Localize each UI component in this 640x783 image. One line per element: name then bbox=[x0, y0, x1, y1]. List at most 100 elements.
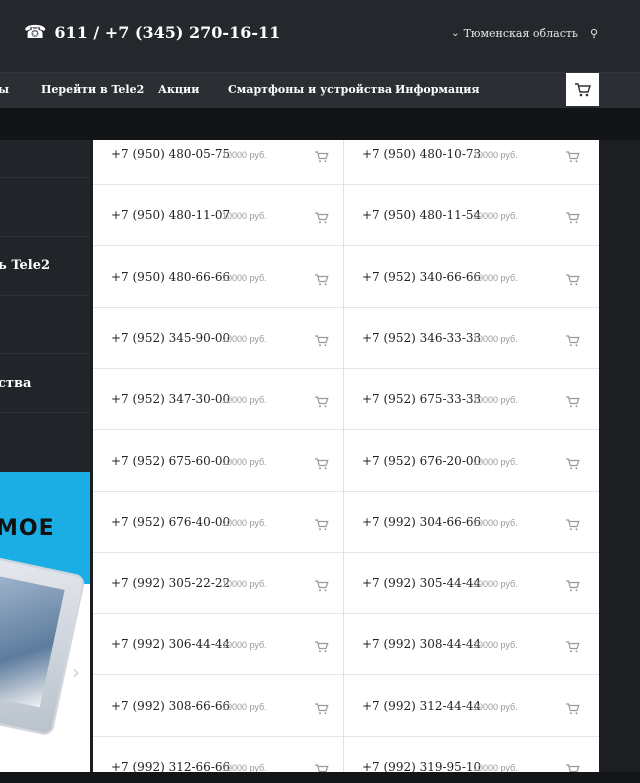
contact-phone[interactable]: ☎ 611 / +7 (345) 270-16-11 bbox=[24, 22, 280, 43]
price-label: 10000 руб. bbox=[222, 333, 267, 344]
number-item[interactable]: +7 (992) 312-66-66 10000 руб. bbox=[93, 737, 343, 773]
number-item[interactable]: +7 (952) 346-33-33 10000 руб. bbox=[344, 308, 599, 369]
add-to-cart-icon[interactable] bbox=[566, 455, 580, 469]
location-pin-icon: ⚲ bbox=[589, 27, 598, 40]
menu-divider bbox=[0, 412, 90, 413]
phone-number-value[interactable]: +7 (950) 480-10-73 bbox=[362, 147, 481, 161]
phone-number-value[interactable]: +7 (992) 304-66-66 bbox=[362, 515, 481, 529]
add-to-cart-icon[interactable] bbox=[566, 332, 580, 347]
price-label: 10000 руб. bbox=[222, 456, 267, 467]
number-item[interactable]: +7 (992) 319-95-10 10000 руб. bbox=[344, 737, 599, 773]
phone-number-value[interactable]: +7 (950) 480-66-66 bbox=[111, 270, 230, 284]
number-item[interactable]: +7 (992) 312-44-44 10000 руб. bbox=[344, 676, 599, 737]
add-to-cart-icon[interactable] bbox=[315, 332, 329, 347]
add-to-cart-icon[interactable] bbox=[566, 148, 580, 163]
number-item[interactable]: +7 (992) 308-44-44 10000 руб. bbox=[344, 614, 599, 676]
footer-band bbox=[0, 772, 640, 783]
number-item[interactable]: +7 (992) 308-66-66 10000 руб. bbox=[93, 676, 343, 737]
number-item[interactable]: +7 (950) 480-66-66 10000 руб. bbox=[93, 247, 343, 308]
nav-item-smartphones[interactable]: Смартфоны и устройства bbox=[228, 83, 392, 96]
menu-divider bbox=[0, 177, 90, 178]
smartphone-image bbox=[0, 555, 86, 737]
add-to-cart-icon[interactable] bbox=[566, 271, 580, 285]
phone-number-value[interactable]: +7 (950) 480-11-07 bbox=[111, 208, 230, 222]
region-label[interactable]: Тюменская область bbox=[464, 27, 578, 40]
phone-number-value[interactable]: +7 (950) 480-05-75 bbox=[111, 147, 230, 161]
price-label: 10000 руб. bbox=[473, 456, 518, 467]
number-item[interactable]: +7 (950) 480-11-54 10000 руб. bbox=[344, 185, 599, 247]
menu-divider bbox=[0, 353, 90, 354]
region-selector[interactable]: ⌄ Тюменская область ⚲ bbox=[451, 27, 598, 40]
phone-number-value[interactable]: +7 (992) 305-44-44 bbox=[362, 576, 481, 590]
add-to-cart-icon[interactable] bbox=[315, 393, 329, 408]
phone-number-value[interactable]: +7 (952) 676-20-00 bbox=[362, 454, 481, 468]
side-menu-item-tele2[interactable]: ь Tele2 bbox=[0, 258, 50, 273]
price-label: 10000 руб. bbox=[222, 701, 267, 712]
nav-item-partial[interactable]: ы bbox=[0, 83, 9, 96]
price-label: 10000 руб. bbox=[473, 272, 518, 283]
menu-divider bbox=[0, 295, 90, 296]
number-item[interactable]: +7 (952) 347-30-00 10000 руб. bbox=[93, 369, 343, 431]
add-to-cart-icon[interactable] bbox=[566, 700, 580, 714]
number-item[interactable]: +7 (952) 676-40-00 10000 руб. bbox=[93, 492, 343, 553]
phone-number[interactable]: 611 / +7 (345) 270-16-11 bbox=[54, 23, 280, 42]
add-to-cart-icon[interactable] bbox=[315, 209, 329, 224]
number-item[interactable]: +7 (950) 480-11-07 10000 руб. bbox=[93, 185, 343, 247]
number-item[interactable]: +7 (992) 305-44-44 10000 руб. bbox=[344, 553, 599, 615]
price-label: 10000 руб. bbox=[473, 150, 518, 160]
spacer-band bbox=[0, 108, 640, 140]
phone-number-value[interactable]: +7 (992) 306-44-44 bbox=[111, 637, 230, 651]
add-to-cart-icon[interactable] bbox=[566, 209, 580, 224]
phone-number-value[interactable]: +7 (992) 312-44-44 bbox=[362, 699, 481, 713]
phone-number-value[interactable]: +7 (992) 308-44-44 bbox=[362, 637, 481, 651]
add-to-cart-icon[interactable] bbox=[315, 638, 329, 653]
price-label: 10000 руб. bbox=[473, 333, 518, 344]
number-item[interactable]: +7 (950) 480-10-73 10000 руб. bbox=[344, 140, 599, 185]
number-item[interactable]: +7 (992) 305-22-22 10000 руб. bbox=[93, 553, 343, 615]
phone-number-value[interactable]: +7 (952) 675-60-00 bbox=[111, 454, 230, 468]
header-cart-button[interactable] bbox=[566, 73, 599, 106]
phone-number-value[interactable]: +7 (992) 305-22-22 bbox=[111, 576, 230, 590]
price-label: 10000 руб. bbox=[473, 640, 518, 651]
add-to-cart-icon[interactable] bbox=[566, 393, 580, 408]
phone-number-value[interactable]: +7 (952) 340-66-66 bbox=[362, 270, 481, 284]
nav-item-tele2[interactable]: Перейти в Tele2 bbox=[41, 83, 144, 96]
phone-number-value[interactable]: +7 (992) 308-66-66 bbox=[111, 699, 230, 713]
nav-item-information[interactable]: Информация bbox=[395, 83, 480, 96]
number-item[interactable]: +7 (952) 345-90-00 10000 руб. bbox=[93, 308, 343, 369]
chevron-right-icon[interactable]: › bbox=[72, 660, 80, 684]
add-to-cart-icon[interactable] bbox=[566, 638, 580, 653]
phone-number-value[interactable]: +7 (952) 347-30-00 bbox=[111, 392, 230, 406]
number-item[interactable]: +7 (992) 306-44-44 10000 руб. bbox=[93, 614, 343, 676]
number-item[interactable]: +7 (950) 480-05-75 10000 руб. bbox=[93, 140, 343, 185]
price-label: 10000 руб. bbox=[473, 395, 518, 406]
phone-number-value[interactable]: +7 (952) 345-90-00 bbox=[111, 331, 230, 345]
nav-item-promotions[interactable]: Акции bbox=[158, 83, 199, 96]
add-to-cart-icon[interactable] bbox=[315, 516, 329, 531]
price-label: 10000 руб. bbox=[222, 211, 267, 222]
number-item[interactable]: +7 (992) 304-66-66 10000 руб. bbox=[344, 492, 599, 553]
price-label: 10000 руб. bbox=[473, 211, 518, 222]
add-to-cart-icon[interactable] bbox=[566, 516, 580, 531]
number-item[interactable]: +7 (952) 675-33-33 10000 руб. bbox=[344, 369, 599, 431]
add-to-cart-icon[interactable] bbox=[315, 148, 329, 163]
phone-number-value[interactable]: +7 (952) 675-33-33 bbox=[362, 392, 481, 406]
promo-banner[interactable]: МОЕ › bbox=[0, 472, 90, 772]
price-label: 10000 руб. bbox=[222, 579, 267, 590]
add-to-cart-icon[interactable] bbox=[315, 700, 329, 714]
side-menu-item-devices[interactable]: ства bbox=[0, 376, 31, 391]
phone-number-value[interactable]: +7 (950) 480-11-54 bbox=[362, 208, 481, 222]
price-label: 10000 руб. bbox=[222, 150, 267, 160]
number-item[interactable]: +7 (952) 676-20-00 10000 руб. bbox=[344, 431, 599, 492]
add-to-cart-icon[interactable] bbox=[315, 577, 329, 592]
add-to-cart-icon[interactable] bbox=[315, 455, 329, 469]
phone-number-value[interactable]: +7 (952) 676-40-00 bbox=[111, 515, 230, 529]
phone-number-value[interactable]: +7 (952) 346-33-33 bbox=[362, 331, 481, 345]
price-label: 10000 руб. bbox=[222, 272, 267, 283]
phone-icon: ☎ bbox=[24, 22, 47, 43]
number-item[interactable]: +7 (952) 340-66-66 10000 руб. bbox=[344, 247, 599, 308]
number-item[interactable]: +7 (952) 675-60-00 10000 руб. bbox=[93, 431, 343, 492]
add-to-cart-icon[interactable] bbox=[566, 577, 580, 592]
smartphone-screen bbox=[0, 575, 65, 708]
add-to-cart-icon[interactable] bbox=[315, 271, 329, 285]
